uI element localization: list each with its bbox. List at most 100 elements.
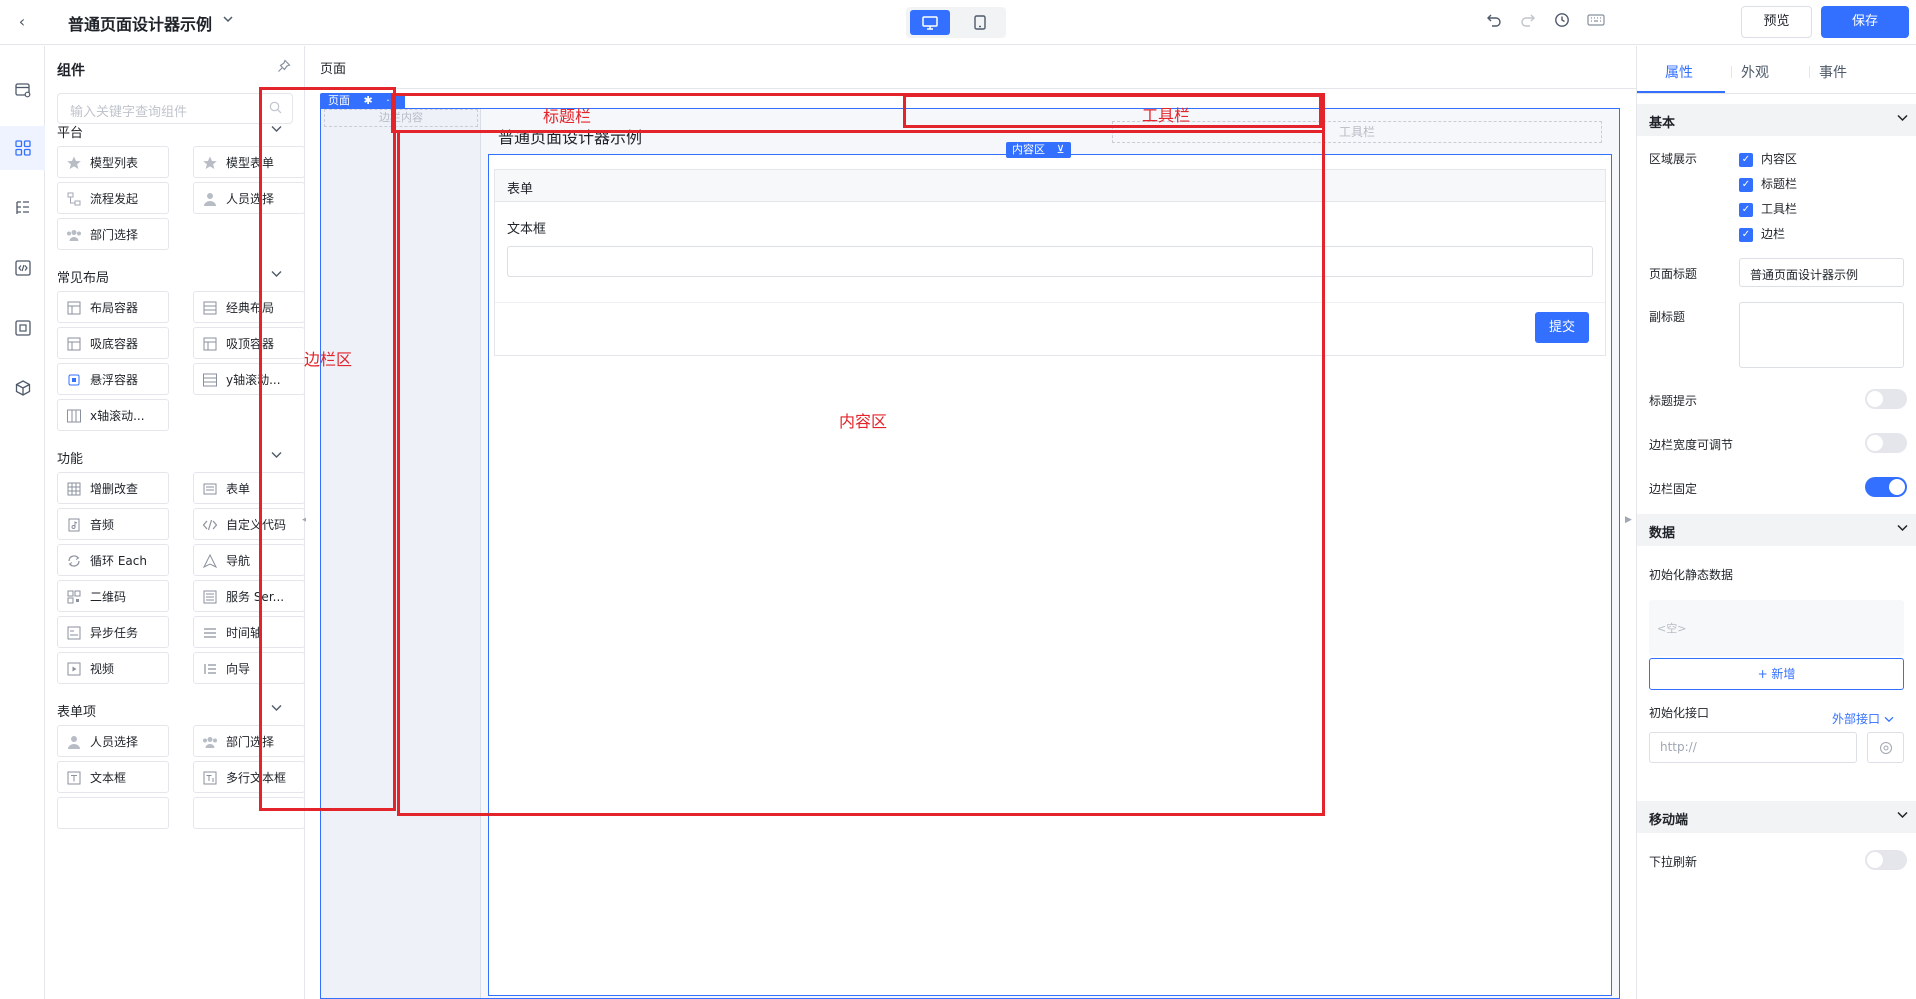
component-item[interactable]: 模型列表 xyxy=(57,146,169,178)
section-title-layout[interactable]: 常见布局 xyxy=(57,267,109,286)
component-label: 文本框 xyxy=(90,771,127,785)
layout-icon xyxy=(66,300,82,316)
annotation-sidebar-box xyxy=(259,87,396,811)
rail-datasource[interactable] xyxy=(0,306,45,350)
undo-icon[interactable] xyxy=(1484,12,1504,32)
static-data-editor[interactable]: <空> xyxy=(1649,600,1904,656)
tab-events[interactable]: 事件 xyxy=(1819,62,1847,82)
section-title-function[interactable]: 功能 xyxy=(57,448,83,467)
top-dock-icon xyxy=(202,336,218,352)
desktop-view-button[interactable] xyxy=(910,10,950,35)
sidebar-width-toggle[interactable] xyxy=(1865,433,1907,453)
external-api-dropdown[interactable]: 外部接口 xyxy=(1832,710,1894,727)
api-url-input[interactable]: http:// xyxy=(1649,732,1857,763)
component-label: 人员选择 xyxy=(90,735,139,749)
tab-properties[interactable]: 属性 xyxy=(1665,62,1693,82)
chevron-down-icon[interactable] xyxy=(222,13,234,28)
tablet-view-button[interactable] xyxy=(960,10,1000,35)
component-panel-title: 组件 xyxy=(57,63,85,79)
component-label: 导航 xyxy=(226,554,251,568)
empty-placeholder: <空> xyxy=(1657,622,1687,635)
rail-assets[interactable] xyxy=(0,366,45,410)
page-title[interactable]: 普通页面设计器示例 xyxy=(68,11,212,35)
bottom-dock-icon xyxy=(66,336,82,352)
component-item[interactable]: 人员选择 xyxy=(57,725,169,757)
rail-outline[interactable] xyxy=(0,186,45,230)
divider xyxy=(1731,66,1732,78)
component-item[interactable]: x轴滚动... xyxy=(57,399,169,431)
component-item[interactable]: 异步任务 xyxy=(57,616,169,648)
component-label: 模型列表 xyxy=(90,156,139,170)
component-label: 吸底容器 xyxy=(90,337,139,351)
preview-button[interactable]: 预览 xyxy=(1741,6,1812,38)
submit-button[interactable]: 提交 xyxy=(1535,312,1589,343)
group-title: 基本 xyxy=(1649,116,1676,131)
sidebar-width-label: 边栏宽度可调节 xyxy=(1649,438,1734,452)
component-label: 布局容器 xyxy=(90,301,139,315)
component-item[interactable]: 循环 Each xyxy=(57,544,169,576)
save-button[interactable]: 保存 xyxy=(1821,6,1909,38)
pull-refresh-toggle[interactable] xyxy=(1865,850,1907,870)
page-title-input[interactable]: 普通页面设计器示例 xyxy=(1739,258,1904,287)
group-icon xyxy=(66,227,82,243)
group-title: 数据 xyxy=(1649,526,1676,541)
chevron-down-icon xyxy=(1897,522,1908,535)
component-item[interactable]: 部门选择 xyxy=(57,218,169,250)
component-item[interactable]: 吸底容器 xyxy=(57,327,169,359)
redo-icon[interactable] xyxy=(1518,12,1538,32)
group-icon xyxy=(202,734,218,750)
divider xyxy=(1809,66,1810,78)
tab-appearance[interactable]: 外观 xyxy=(1741,62,1769,82)
section-title-form-items[interactable]: 表单项 xyxy=(57,701,96,720)
checkbox-toolbar[interactable]: ✓ xyxy=(1739,203,1753,217)
init-static-data-label: 初始化静态数据 xyxy=(1649,568,1734,582)
timeline-icon xyxy=(202,625,218,641)
rail-components[interactable] xyxy=(0,126,45,170)
section-title-platform[interactable]: 平台 xyxy=(57,122,83,141)
annotation-content-box xyxy=(397,130,1325,816)
checkbox-titlebar[interactable]: ✓ xyxy=(1739,178,1753,192)
rail-code[interactable] xyxy=(0,246,45,290)
component-item[interactable]: 二维码 xyxy=(57,580,169,612)
external-api-label: 外部接口 xyxy=(1832,712,1881,726)
component-item-partial[interactable] xyxy=(57,797,169,829)
title-tip-label: 标题提示 xyxy=(1649,394,1698,408)
annotation-content-label: 内容区 xyxy=(839,412,888,431)
star-icon xyxy=(202,155,218,171)
component-search-input[interactable]: 输入关键字查询组件 xyxy=(57,93,293,124)
title-tip-toggle[interactable] xyxy=(1865,389,1907,409)
checkbox-content[interactable]: ✓ xyxy=(1739,153,1753,167)
checkbox-sidebar[interactable]: ✓ xyxy=(1739,228,1753,242)
component-label: 二维码 xyxy=(90,590,127,604)
component-item[interactable]: 增删改查 xyxy=(57,472,169,504)
back-icon[interactable]: ‹ xyxy=(12,12,32,32)
api-settings-button[interactable] xyxy=(1867,732,1904,763)
subtitle-textarea[interactable] xyxy=(1739,302,1904,368)
group-basic[interactable]: 基本 xyxy=(1637,104,1916,136)
textbox-icon xyxy=(66,770,82,786)
component-item[interactable]: 悬浮容器 xyxy=(57,363,169,395)
add-button[interactable]: + 新增 xyxy=(1649,658,1904,690)
keyboard-icon[interactable] xyxy=(1586,12,1606,32)
collapse-right-icon[interactable]: ▶ xyxy=(1625,515,1632,525)
group-mobile[interactable]: 移动端 xyxy=(1637,801,1916,833)
pin-icon[interactable] xyxy=(277,59,291,77)
component-item[interactable]: 流程发起 xyxy=(57,182,169,214)
classic-layout-icon xyxy=(202,300,218,316)
star-icon xyxy=(66,155,82,171)
group-data[interactable]: 数据 xyxy=(1637,514,1916,546)
checkbox-label: 标题栏 xyxy=(1761,177,1798,191)
history-icon[interactable] xyxy=(1552,12,1572,32)
search-placeholder: 输入关键字查询组件 xyxy=(70,105,188,120)
component-item[interactable]: 文本框 xyxy=(57,761,169,793)
component-item[interactable]: 音频 xyxy=(57,508,169,540)
top-bar: ‹ 普通页面设计器示例 预览 保存 xyxy=(0,0,1916,45)
component-item[interactable]: 布局容器 xyxy=(57,291,169,323)
page-title-label: 页面标题 xyxy=(1649,267,1698,281)
rail-page-settings[interactable] xyxy=(0,68,45,112)
component-item[interactable]: 视频 xyxy=(57,652,169,684)
sidebar-fixed-toggle[interactable] xyxy=(1865,477,1907,497)
nav-icon xyxy=(202,553,218,569)
x-scroll-icon xyxy=(66,408,82,424)
component-label: 悬浮容器 xyxy=(90,373,139,387)
